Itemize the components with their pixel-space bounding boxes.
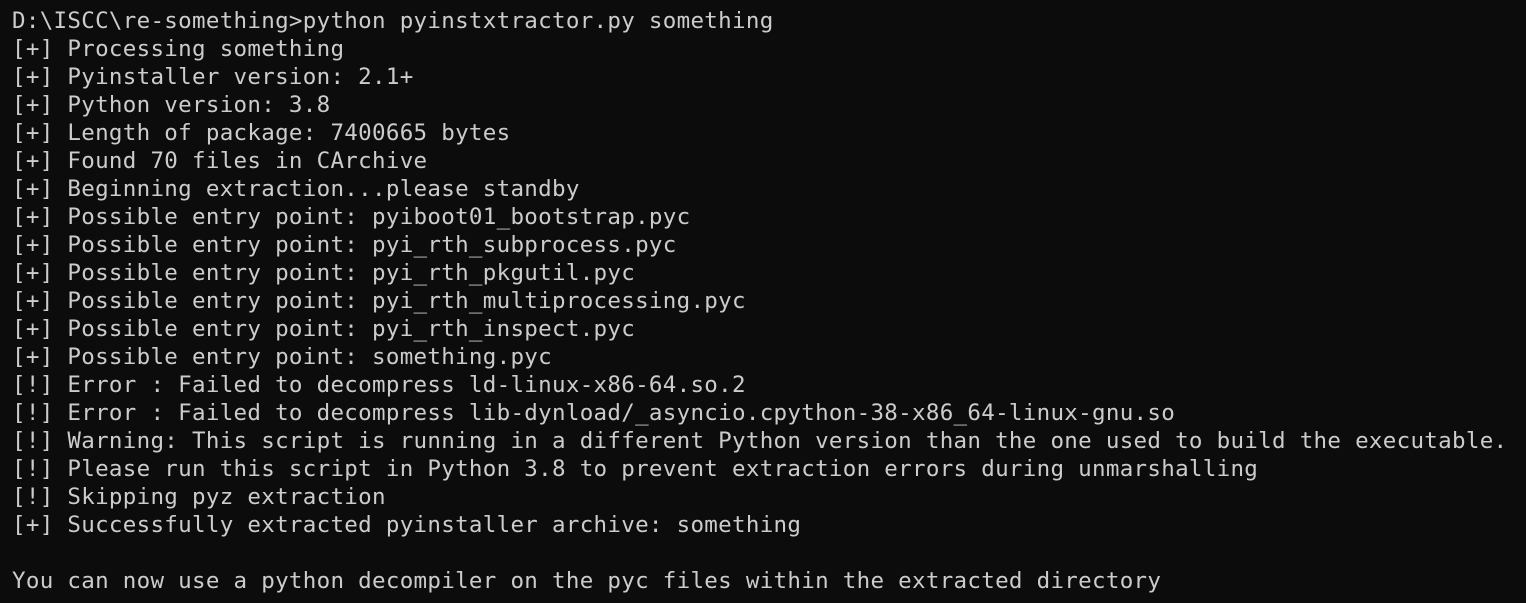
output-line: [+] Python version: 3.8	[12, 92, 331, 118]
output-line: [+] Beginning extraction...please standb…	[12, 176, 580, 202]
output-line: [+] Pyinstaller version: 2.1+	[12, 64, 414, 90]
success-line: [+] Successfully extracted pyinstaller a…	[12, 512, 802, 538]
output-line: [+] Possible entry point: pyi_rth_multip…	[12, 288, 746, 314]
output-line: You can now use a python decompiler on t…	[12, 568, 1162, 594]
error-line: [!] Error : Failed to decompress lib-dyn…	[12, 400, 1176, 426]
output-line: [+] Possible entry point: pyi_rth_inspec…	[12, 316, 636, 342]
output-line: [+] Possible entry point: pyiboot01_boot…	[12, 204, 691, 230]
warning-line: [!] Please run this script in Python 3.8…	[12, 456, 1259, 482]
command-line: D:\ISCC\re-something>python pyinstxtract…	[12, 8, 774, 34]
output-line: [+] Processing something	[12, 36, 345, 62]
terminal-window[interactable]: D:\ISCC\re-something>python pyinstxtract…	[0, 0, 1526, 603]
warning-line: [!] Skipping pyz extraction	[12, 484, 386, 510]
error-line: [!] Error : Failed to decompress ld-linu…	[12, 372, 746, 398]
warning-line: [!] Warning: This script is running in a…	[12, 428, 1508, 454]
output-line: [+] Possible entry point: pyi_rth_subpro…	[12, 232, 677, 258]
output-line: [+] Found 70 files in CArchive	[12, 148, 428, 174]
output-line: [+] Possible entry point: pyi_rth_pkguti…	[12, 260, 636, 286]
output-line: [+] Possible entry point: something.pyc	[12, 344, 552, 370]
output-line: [+] Length of package: 7400665 bytes	[12, 120, 511, 146]
